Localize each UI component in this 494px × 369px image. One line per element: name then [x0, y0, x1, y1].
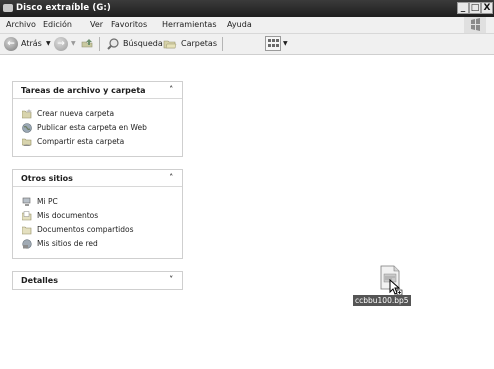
title-bar: Disco extraíble (G:) _ □ X: [0, 0, 494, 17]
views-icon[interactable]: [265, 36, 281, 51]
back-icon[interactable]: ←: [4, 37, 18, 51]
expand-chevron-icon[interactable]: ˅: [169, 275, 174, 284]
task-item-publish-web[interactable]: Publicar esta carpeta en Web: [13, 121, 182, 135]
menu-archivo[interactable]: Archivo: [6, 20, 36, 29]
up-folder-icon[interactable]: [80, 37, 94, 51]
place-item-my-pc[interactable]: Mi PC: [13, 195, 182, 209]
search-icon[interactable]: [106, 37, 120, 51]
forward-dropdown-icon[interactable]: ▼: [71, 40, 76, 47]
menu-herramientas[interactable]: Herramientas: [162, 20, 217, 29]
network-icon: [22, 239, 32, 249]
minimize-button[interactable]: _: [457, 2, 469, 14]
menu-ayuda[interactable]: Ayuda: [227, 20, 252, 29]
drive-icon: [3, 4, 13, 12]
toolbar-separator: [99, 37, 100, 51]
place-item-label: Mi PC: [37, 197, 58, 206]
maximize-button[interactable]: □: [469, 2, 481, 14]
forward-icon[interactable]: →: [54, 37, 68, 51]
menu-edicion[interactable]: Edición: [43, 20, 72, 29]
collapse-chevron-icon[interactable]: ˄: [169, 173, 174, 182]
other-places-pane-header[interactable]: Otros sitios ˄: [13, 170, 182, 187]
place-item-my-documents[interactable]: Mis documentos: [13, 209, 182, 223]
task-item-share-folder[interactable]: Compartir esta carpeta: [13, 135, 182, 149]
shared-documents-icon: [21, 225, 32, 235]
place-item-label: Mis sitios de red: [37, 239, 98, 248]
share-folder-icon: [21, 137, 32, 147]
folders-icon[interactable]: [163, 37, 177, 51]
collapse-chevron-icon[interactable]: ˄: [169, 85, 174, 94]
close-button[interactable]: X: [481, 2, 493, 14]
task-item-label: Crear nueva carpeta: [37, 109, 115, 118]
other-places-pane: Otros sitios ˄ Mi PC Mis documentos Docu…: [12, 169, 183, 259]
views-dropdown-icon[interactable]: ▼: [283, 40, 288, 47]
window-title: Disco extraíble (G:): [16, 3, 111, 13]
globe-icon: [22, 123, 32, 133]
place-item-label: Mis documentos: [37, 211, 99, 220]
folders-button-label[interactable]: Carpetas: [181, 39, 217, 48]
details-pane-header[interactable]: Detalles ˅: [13, 272, 182, 288]
task-item-label: Compartir esta carpeta: [37, 137, 125, 146]
menu-bar: Archivo Edición Ver Favoritos Herramient…: [0, 17, 494, 34]
back-dropdown-icon[interactable]: ▼: [46, 40, 51, 47]
file-name-label[interactable]: ccbbu100.bp5: [353, 295, 411, 306]
tasks-pane-header[interactable]: Tareas de archivo y carpeta ˄: [13, 82, 182, 99]
toolbar-separator: [222, 37, 223, 51]
search-button-label[interactable]: Búsqueda: [123, 39, 163, 48]
back-button-label[interactable]: Atrás: [21, 39, 42, 48]
place-item-shared-documents[interactable]: Documentos compartidos: [13, 223, 182, 237]
details-pane-title: Detalles: [21, 276, 58, 285]
task-item-label: Publicar esta carpeta en Web: [37, 123, 147, 132]
task-item-new-folder[interactable]: Crear nueva carpeta: [13, 107, 182, 121]
menu-ver[interactable]: Ver: [90, 20, 103, 29]
windows-logo-icon: [464, 17, 486, 33]
details-pane: Detalles ˅: [12, 271, 183, 290]
tasks-pane: Tareas de archivo y carpeta ˄ Crear nuev…: [12, 81, 183, 157]
place-item-label: Documentos compartidos: [37, 225, 134, 234]
place-item-network[interactable]: Mis sitios de red: [13, 237, 182, 251]
new-folder-icon: [21, 109, 32, 119]
toolbar: ← Atrás ▼ → ▼ Búsqueda Carpetas ▼: [0, 34, 494, 55]
documents-icon: [21, 211, 32, 221]
computer-icon: [22, 197, 32, 207]
other-places-pane-title: Otros sitios: [21, 174, 73, 183]
tasks-pane-title: Tareas de archivo y carpeta: [21, 86, 146, 95]
menu-favoritos[interactable]: Favoritos: [111, 20, 147, 29]
